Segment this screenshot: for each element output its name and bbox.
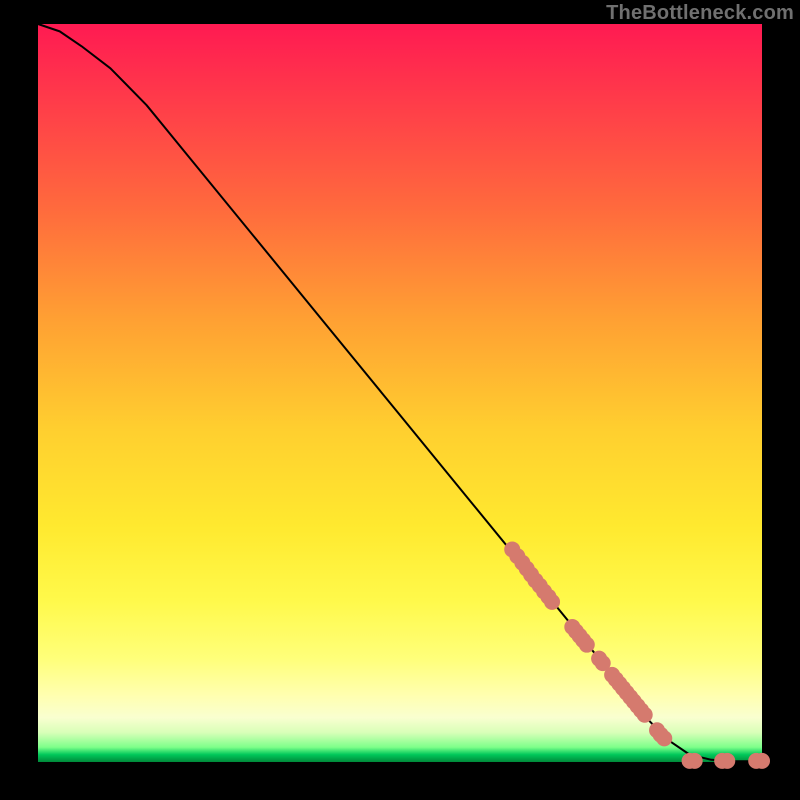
chart-frame: TheBottleneck.com: [0, 0, 800, 800]
data-point: [579, 637, 595, 653]
data-point: [544, 594, 560, 610]
data-point: [719, 753, 735, 769]
bottleneck-curve-path: [38, 24, 762, 761]
data-point-markers: [504, 541, 770, 768]
bottleneck-curve: [38, 24, 762, 761]
data-point: [637, 707, 653, 723]
data-point: [754, 753, 770, 769]
watermark-label: TheBottleneck.com: [606, 2, 794, 25]
data-point: [687, 753, 703, 769]
chart-svg-layer: [38, 24, 762, 762]
data-point: [656, 730, 672, 746]
